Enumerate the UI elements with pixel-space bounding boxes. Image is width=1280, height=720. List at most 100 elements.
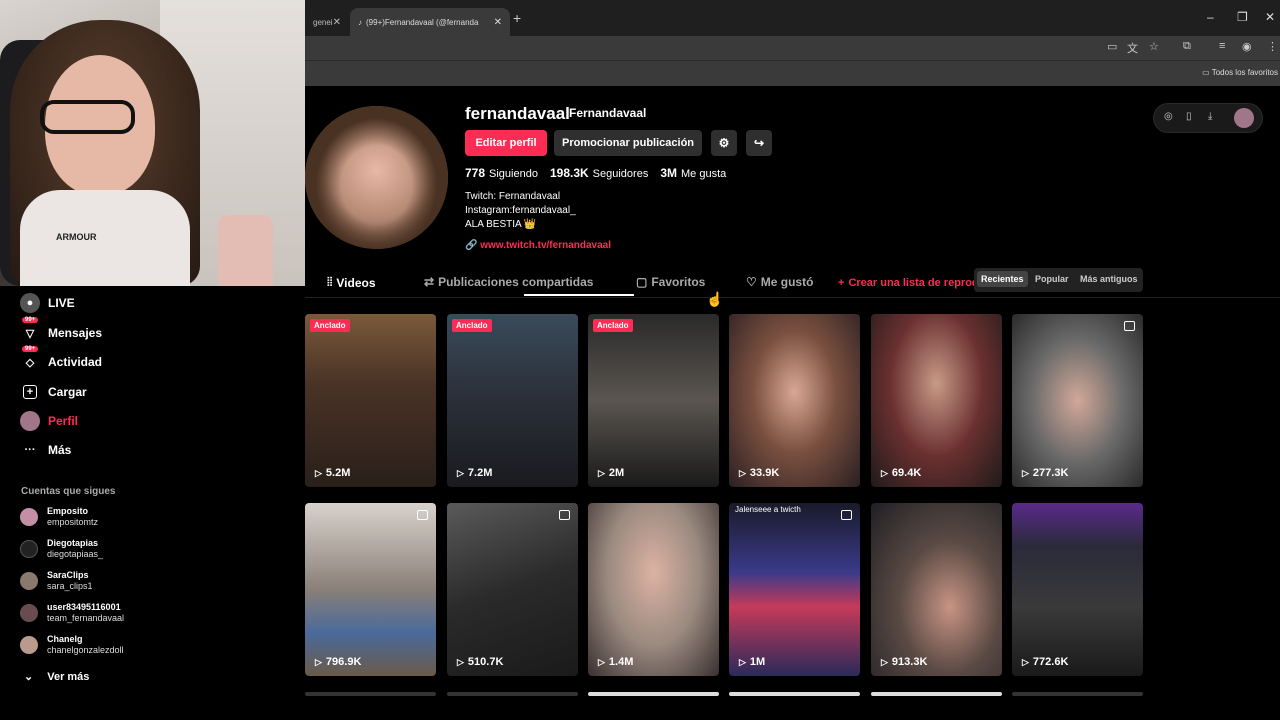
avatar: [20, 572, 38, 590]
close-window-icon[interactable]: ✕: [1265, 10, 1275, 24]
video-thumbnail[interactable]: Jalenseee a twicth ▷ 1M: [729, 503, 860, 676]
video-thumbnail[interactable]: ▷ 510.7K: [447, 503, 578, 676]
new-tab-button[interactable]: +: [513, 10, 521, 26]
all-bookmarks-folder[interactable]: ▭ Todos los favoritos: [1202, 68, 1278, 77]
video-thumbnail[interactable]: Anclado ▷ 7.2M: [447, 314, 578, 487]
view-count: 796.9K: [325, 656, 362, 668]
see-more-button[interactable]: ⌄ Ver más: [24, 670, 89, 684]
account-name: Chanelg: [47, 634, 83, 644]
close-icon[interactable]: ✕: [494, 17, 502, 28]
more-icon: ···: [24, 444, 36, 456]
tab-liked[interactable]: ♡ Me gustó: [746, 275, 813, 289]
video-thumbnail[interactable]: ▷ 277.3K: [1012, 314, 1143, 487]
account-name: user83495116001: [47, 602, 121, 612]
mouse-cursor-icon: ☝: [706, 291, 724, 307]
messages-icon: ▽ 99+: [20, 317, 40, 343]
likes-label: Me gusta: [681, 168, 727, 180]
view-count: 510.7K: [467, 656, 504, 668]
menu-icon[interactable]: ⋮: [1267, 40, 1278, 53]
view-count: 1M: [749, 656, 766, 668]
bookmark-star-icon[interactable]: ☆: [1149, 40, 1159, 53]
profile-bio: Twitch: Fernandavaal Instagram:fernandav…: [465, 190, 576, 232]
following-account[interactable]: Chanelg chanelgonzalezdoll: [20, 631, 124, 659]
pinned-badge: Anclado: [310, 319, 350, 332]
restore-icon[interactable]: ❐: [1237, 10, 1248, 24]
sidebar-item-profile[interactable]: Perfil: [20, 409, 78, 433]
following-account[interactable]: Diegotapias diegotapiaas_: [20, 535, 103, 563]
video-thumbnail[interactable]: ▷ 33.9K: [729, 314, 860, 487]
following-label: Siguiendo: [489, 168, 538, 180]
video-thumbnail-partial: [588, 692, 719, 696]
browser-toolbar: ▭ 文 ☆ ⧉ ≡ ◉ ⋮: [305, 36, 1280, 60]
compass-icon[interactable]: ◎: [1164, 111, 1173, 122]
sidebar-item-live[interactable]: ● LIVE: [20, 291, 75, 315]
tab-reposts[interactable]: ⇄ Publicaciones compartidas: [424, 275, 593, 289]
avatar: [20, 540, 38, 558]
avatar[interactable]: [1234, 108, 1254, 128]
promote-post-button[interactable]: Promocionar publicación: [554, 130, 702, 156]
extensions-icon[interactable]: ⧉: [1183, 40, 1191, 53]
bookmark-icon: ▢: [636, 275, 648, 289]
video-thumbnail[interactable]: ▷ 913.3K: [871, 503, 1002, 676]
folder-label: Todos los favoritos: [1211, 68, 1278, 77]
video-thumbnail[interactable]: Anclado ▷ 5.2M: [305, 314, 436, 487]
sidebar-item-more[interactable]: ··· Más: [20, 438, 72, 462]
grid-icon: ⦙⦙: [327, 275, 333, 289]
video-thumbnail[interactable]: ▷ 69.4K: [871, 314, 1002, 487]
folder-icon: ▭: [1202, 68, 1212, 77]
profile-avatar[interactable]: [305, 106, 448, 249]
mobile-icon[interactable]: ▯: [1186, 111, 1192, 122]
photo-carousel-icon: [841, 510, 852, 520]
close-icon[interactable]: ✕: [333, 17, 341, 28]
likes-count: 3M: [660, 166, 677, 180]
browser-tab-inactive[interactable]: genei ✕: [305, 8, 345, 36]
download-icon[interactable]: ⤓: [1208, 111, 1212, 122]
following-stat[interactable]: 778 Siguiendo: [465, 166, 538, 180]
sidebar-item-activity[interactable]: ◇ 99+ Actividad: [20, 346, 102, 374]
create-playlist-button[interactable]: + Crear una lista de reprod: [838, 277, 979, 289]
plus-icon: +: [838, 277, 845, 289]
media-icon[interactable]: ≡: [1219, 40, 1225, 52]
minimize-icon[interactable]: –: [1207, 10, 1214, 24]
account-username: empositomtz: [47, 517, 99, 527]
settings-gear-icon[interactable]: ⚙: [711, 130, 737, 156]
view-count: 2M: [608, 467, 625, 479]
account-username: team_fernandavaal: [47, 613, 125, 623]
following-account[interactable]: SaraClips sara_clips1: [20, 567, 93, 595]
sidebar-item-upload[interactable]: + Cargar: [20, 380, 87, 404]
followers-stat[interactable]: 198.3K Seguidores: [550, 166, 648, 180]
bookmarks-bar: ▭ Todos los favoritos: [305, 60, 1280, 86]
tab-favorites[interactable]: ▢ Favoritos: [636, 275, 705, 289]
sort-recent-button[interactable]: Recientes: [977, 271, 1028, 287]
sidebar-item-label: LIVE: [48, 296, 75, 310]
bio-link[interactable]: 🔗 www.twitch.tv/fernandavaal: [465, 240, 611, 251]
profile-icon: [20, 411, 40, 431]
tab-title: genei: [313, 17, 333, 27]
followers-count: 198.3K: [549, 166, 589, 180]
share-icon[interactable]: ↪: [746, 130, 772, 156]
video-thumbnail[interactable]: Anclado ▷ 2M: [588, 314, 719, 487]
notification-badge: 99+: [22, 346, 39, 352]
video-thumbnail[interactable]: ▷ 772.6K: [1012, 503, 1143, 676]
following-account[interactable]: Emposito empositomtz: [20, 503, 98, 531]
sort-popular-button[interactable]: Popular: [1035, 274, 1069, 284]
view-count: 913.3K: [891, 656, 928, 668]
translate-icon[interactable]: 文: [1127, 40, 1138, 56]
edit-profile-button[interactable]: Editar perfil: [465, 130, 547, 156]
video-thumbnail[interactable]: ▷ 796.9K: [305, 503, 436, 676]
cast-icon[interactable]: ▭: [1107, 40, 1117, 53]
following-account[interactable]: user83495116001 team_fernandavaal: [20, 599, 124, 627]
bio-line: Twitch: Fernandavaal: [465, 191, 561, 202]
tiktok-icon: ♪: [358, 17, 362, 27]
profile-avatar-icon[interactable]: ◉: [1242, 40, 1252, 53]
top-action-bar: ◎ ▯ ⤓: [1153, 103, 1263, 133]
sort-oldest-button[interactable]: Más antiguos: [1080, 274, 1138, 284]
play-icon: ▷: [457, 656, 464, 667]
browser-tab-active[interactable]: ♪ (99+)Fernandavaal (@fernanda ✕: [350, 8, 510, 36]
sidebar-item-messages[interactable]: ▽ 99+ Mensajes: [20, 317, 102, 345]
play-icon: ▷: [598, 656, 605, 667]
photo-carousel-icon: [1124, 321, 1135, 331]
tab-videos[interactable]: ⦙⦙ Videos: [327, 275, 376, 290]
video-thumbnail[interactable]: ▷ 1.4M: [588, 503, 719, 676]
tab-label: Favoritos: [651, 275, 706, 289]
